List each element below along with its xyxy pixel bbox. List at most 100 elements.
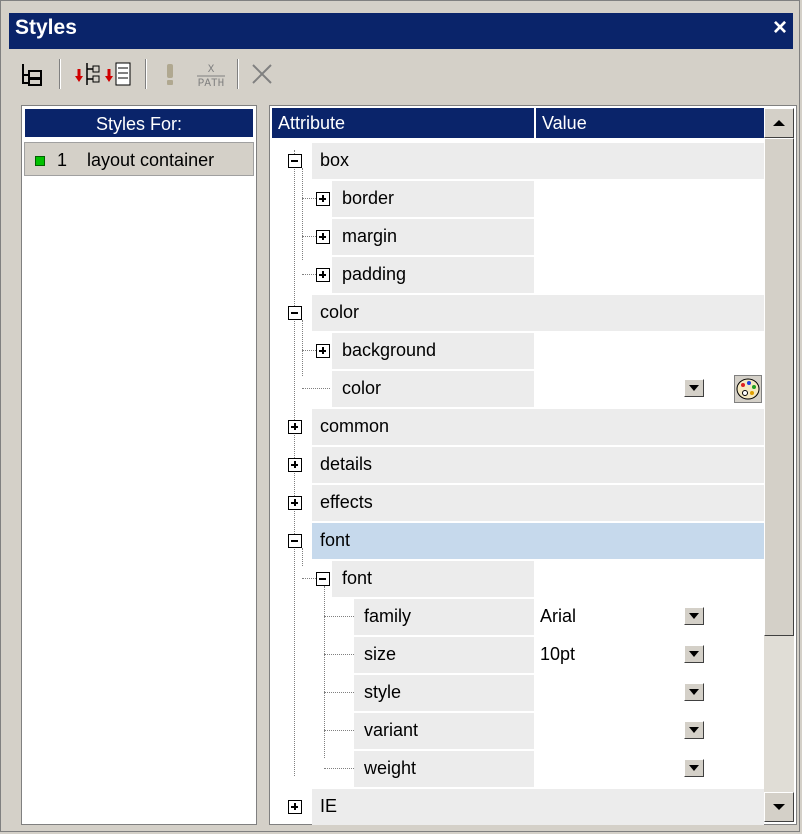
tree-row-color[interactable]: color: [272, 370, 764, 408]
collapse-icon[interactable]: [288, 306, 302, 320]
tree-row-label: font: [342, 568, 373, 588]
tree-row-label: weight: [364, 758, 417, 778]
tree-row-label: font: [320, 530, 351, 550]
expand-icon[interactable]: [316, 268, 330, 282]
expand-icon[interactable]: [288, 458, 302, 472]
xpath-icon[interactable]: X PATH: [191, 59, 231, 90]
tree-row-color-group[interactable]: color: [272, 294, 764, 332]
dropdown-icon[interactable]: [684, 683, 704, 701]
editor-cell: [732, 713, 764, 749]
toolbar-separator: [59, 59, 61, 89]
window-title: Styles: [15, 16, 77, 39]
tree-row-label: IE: [320, 796, 338, 816]
scroll-thumb[interactable]: [764, 138, 794, 636]
row-background: [312, 143, 764, 179]
expand-icon[interactable]: [316, 230, 330, 244]
row-background: [312, 789, 764, 825]
tree-row-margin[interactable]: margin: [272, 218, 764, 256]
tree-row-value[interactable]: 10pt: [540, 644, 575, 665]
tree-row-box[interactable]: box: [272, 142, 764, 180]
dropdown-icon[interactable]: [684, 721, 704, 739]
expand-icon[interactable]: [316, 192, 330, 206]
tree-row-label: variant: [364, 720, 419, 740]
warning-icon[interactable]: [155, 59, 185, 89]
tree-row-style[interactable]: style: [272, 674, 764, 712]
styles-for-header: Styles For:: [24, 108, 254, 138]
delete-icon[interactable]: [247, 59, 277, 89]
list-item[interactable]: 1 layout container: [24, 142, 254, 176]
column-divider[interactable]: [534, 108, 536, 138]
editor-cell: [732, 219, 764, 255]
expand-icon[interactable]: [288, 496, 302, 510]
add-style-icon[interactable]: [71, 59, 101, 89]
tree-row-common[interactable]: common: [272, 408, 764, 446]
tree-row-size[interactable]: size 10pt: [272, 636, 764, 674]
tree-row-label: style: [364, 682, 402, 702]
tree-row-label: color: [320, 302, 360, 322]
dropdown-icon[interactable]: [684, 645, 704, 663]
status-dot-icon: [35, 156, 45, 166]
scroll-down-button[interactable]: [764, 792, 794, 822]
value-column-header[interactable]: Value: [542, 108, 587, 138]
tree-row-effects[interactable]: effects: [272, 484, 764, 522]
value-cell[interactable]: [536, 257, 730, 293]
tree-row-label: border: [342, 188, 395, 208]
tree-row-variant[interactable]: variant: [272, 712, 764, 750]
arrow-down-icon: [773, 804, 785, 810]
title-bar: Styles ×: [9, 13, 793, 49]
tree-row-ie[interactable]: IE: [272, 788, 764, 826]
vertical-scrollbar[interactable]: [764, 108, 794, 822]
editor-cell: [732, 181, 764, 217]
collapse-icon[interactable]: [288, 534, 302, 548]
value-cell[interactable]: [536, 561, 730, 597]
list-item-index: 1: [57, 150, 68, 170]
tree-row-border[interactable]: border: [272, 180, 764, 218]
close-icon[interactable]: ×: [773, 14, 787, 42]
value-cell[interactable]: [536, 333, 730, 369]
tree-row-label: padding: [342, 264, 407, 284]
tree-row-label: family: [364, 606, 412, 626]
tree-row-family[interactable]: family Arial: [272, 598, 764, 636]
tree-view-icon[interactable]: [17, 59, 47, 89]
editor-cell: [732, 333, 764, 369]
dropdown-icon[interactable]: [684, 379, 704, 397]
attributes-header: Attribute Value: [272, 108, 764, 138]
tree-row-details[interactable]: details: [272, 446, 764, 484]
expand-icon[interactable]: [288, 800, 302, 814]
tree-row-label: size: [364, 644, 397, 664]
collapse-icon[interactable]: [316, 572, 330, 586]
attribute-column-header[interactable]: Attribute: [278, 108, 345, 138]
tree-row-padding[interactable]: padding: [272, 256, 764, 294]
editor-cell: [732, 637, 764, 673]
dropdown-icon[interactable]: [684, 607, 704, 625]
tree-row-font-group[interactable]: font: [272, 522, 764, 560]
collapse-icon[interactable]: [288, 154, 302, 168]
value-cell[interactable]: [536, 219, 730, 255]
tree-row-label: effects: [320, 492, 373, 512]
tree-row-background[interactable]: background: [272, 332, 764, 370]
attributes-tree: box border margin padding color backgrou…: [272, 142, 764, 825]
value-cell[interactable]: [536, 181, 730, 217]
editor-cell: [732, 257, 764, 293]
expand-icon[interactable]: [288, 420, 302, 434]
tree-row-value[interactable]: Arial: [540, 606, 576, 627]
insert-style-icon[interactable]: [103, 59, 133, 89]
tree-row-label: details: [320, 454, 373, 474]
toolbar-separator: [237, 59, 239, 89]
tree-row-label: box: [320, 150, 350, 170]
xpath-icon-bottom: PATH: [198, 78, 224, 89]
scroll-up-button[interactable]: [764, 108, 794, 138]
list-item-label: layout container: [87, 150, 215, 170]
tree-row-label: color: [342, 378, 382, 398]
expand-icon[interactable]: [316, 344, 330, 358]
tree-row-label: common: [320, 416, 390, 436]
arrow-up-icon: [773, 120, 785, 126]
tree-row-weight[interactable]: weight: [272, 750, 764, 788]
color-palette-icon[interactable]: [734, 375, 762, 403]
dropdown-icon[interactable]: [684, 759, 704, 777]
styles-for-pane: Styles For: 1 layout container: [21, 105, 257, 825]
tree-row-font[interactable]: font: [272, 560, 764, 598]
row-background: [312, 447, 764, 483]
editor-cell: [732, 751, 764, 787]
row-background: [312, 485, 764, 521]
